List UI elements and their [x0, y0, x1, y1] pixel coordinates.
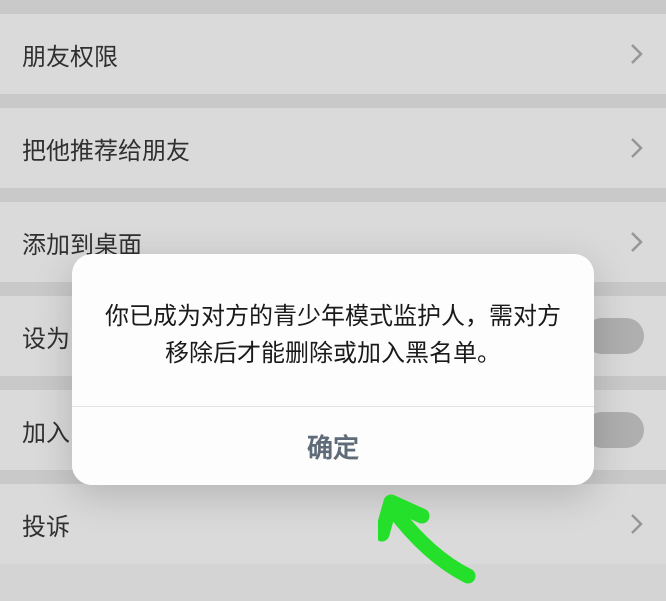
confirm-button[interactable]: 确定 — [72, 407, 594, 485]
list-item-recommend-friend[interactable]: 把他推荐给朋友 — [0, 108, 666, 188]
chevron-right-icon — [630, 512, 644, 536]
confirm-label: 确定 — [307, 428, 359, 465]
list-item-report[interactable]: 投诉 — [0, 484, 666, 564]
list-item-label: 朋友权限 — [22, 37, 118, 72]
list-item-label: 设为 — [22, 319, 70, 354]
alert-message: 你已成为对方的青少年模式监护人，需对方移除后才能删除或加入黑名单。 — [100, 298, 566, 372]
list-item-friend-permissions[interactable]: 朋友权限 — [0, 14, 666, 94]
alert-dialog: 你已成为对方的青少年模式监护人，需对方移除后才能删除或加入黑名单。 确定 — [72, 254, 594, 485]
list-gap — [0, 188, 666, 202]
chevron-right-icon — [630, 230, 644, 254]
list-item-label: 投诉 — [22, 507, 70, 542]
chevron-right-icon — [630, 136, 644, 160]
list-item-label: 把他推荐给朋友 — [22, 131, 190, 166]
chevron-right-icon — [630, 42, 644, 66]
list-gap — [0, 0, 666, 14]
alert-body: 你已成为对方的青少年模式监护人，需对方移除后才能删除或加入黑名单。 — [72, 254, 594, 406]
list-item-label: 加入 — [22, 413, 70, 448]
list-gap — [0, 94, 666, 108]
